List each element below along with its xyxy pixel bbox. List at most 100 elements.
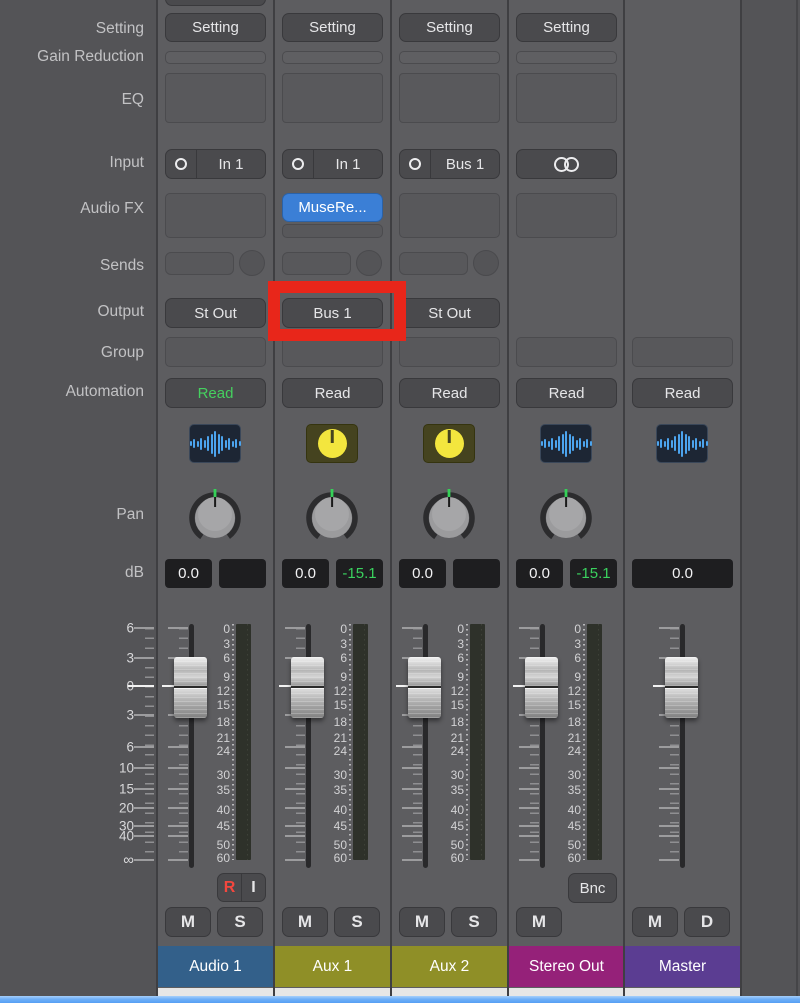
strip-separator bbox=[507, 0, 509, 1003]
channel-name[interactable]: Master bbox=[625, 946, 740, 987]
clipped-top-button[interactable] bbox=[165, 0, 266, 6]
audio-waveform-icon[interactable] bbox=[656, 424, 708, 463]
gain-reduction-meter bbox=[165, 51, 266, 64]
audio-fx-plugin-button[interactable]: MuseRe... bbox=[282, 193, 383, 222]
pan-knob[interactable] bbox=[189, 487, 241, 545]
automation-mode-button[interactable]: Read bbox=[516, 378, 617, 408]
input-format-segment[interactable] bbox=[400, 150, 431, 178]
mono-circle-icon bbox=[409, 158, 421, 170]
channel-name[interactable]: Audio 1 bbox=[158, 946, 273, 987]
stereo-input-button[interactable] bbox=[516, 149, 617, 179]
peak-level-value[interactable] bbox=[453, 559, 500, 588]
fader-section: 03691215182124303540455060 bbox=[158, 616, 273, 868]
send-slot[interactable] bbox=[282, 252, 351, 275]
fader-ticks bbox=[279, 616, 305, 868]
eq-display[interactable] bbox=[516, 73, 617, 123]
automation-mode-button[interactable]: Read bbox=[632, 378, 733, 408]
mute-button[interactable]: M bbox=[516, 907, 562, 937]
send-level-knob[interactable] bbox=[473, 250, 499, 276]
level-meter bbox=[587, 624, 602, 860]
pan-knob[interactable] bbox=[423, 487, 475, 545]
group-slot[interactable] bbox=[516, 337, 617, 367]
automation-mode-button[interactable]: Read bbox=[399, 378, 500, 408]
volume-db-value[interactable]: 0.0 bbox=[516, 559, 563, 588]
audio-waveform-icon[interactable] bbox=[189, 424, 241, 463]
channel-name[interactable]: Stereo Out bbox=[509, 946, 624, 987]
eq-display[interactable] bbox=[165, 73, 266, 123]
input-source-label[interactable]: In 1 bbox=[314, 156, 382, 173]
setting-button[interactable]: Setting bbox=[282, 13, 383, 42]
input-format-segment[interactable] bbox=[283, 150, 314, 178]
solo-button[interactable]: S bbox=[217, 907, 263, 937]
volume-db-value[interactable]: 0.0 bbox=[165, 559, 212, 588]
mono-circle-icon bbox=[292, 158, 304, 170]
group-slot[interactable] bbox=[282, 337, 383, 367]
peak-level-value[interactable]: -15.1 bbox=[570, 559, 617, 588]
peak-level-value[interactable] bbox=[219, 559, 266, 588]
window-edge-line bbox=[796, 0, 798, 1003]
send-level-knob[interactable] bbox=[356, 250, 382, 276]
send-slot[interactable] bbox=[399, 252, 468, 275]
input-monitor-button[interactable]: I bbox=[241, 874, 265, 901]
aux-knob-icon[interactable] bbox=[423, 424, 475, 463]
audio-fx-row-label: Audio FX bbox=[80, 200, 144, 218]
horizontal-scrollbar[interactable] bbox=[0, 996, 800, 1003]
audio-fx-empty-slot[interactable] bbox=[282, 224, 383, 238]
record-enable-button[interactable]: R bbox=[218, 874, 241, 901]
strip-separator bbox=[273, 0, 275, 1003]
audio-fx-slot[interactable] bbox=[399, 193, 500, 238]
automation-mode-button[interactable]: Read bbox=[165, 378, 266, 408]
peak-level-value[interactable]: -15.1 bbox=[336, 559, 383, 588]
stereo-circles-icon bbox=[564, 157, 579, 172]
aux-knob-icon[interactable] bbox=[306, 424, 358, 463]
mute-button[interactable]: M bbox=[399, 907, 445, 937]
input-button[interactable]: In 1 bbox=[165, 149, 266, 179]
volume-fader[interactable] bbox=[665, 657, 698, 718]
input-format-segment[interactable] bbox=[166, 150, 197, 178]
setting-button[interactable]: Setting bbox=[165, 13, 266, 42]
meter-scale-numbers: 03691215182124303540455060 bbox=[313, 616, 347, 868]
channel-strip-aux-2: Setting Bus 1 St Out Read 0.0 bbox=[392, 0, 507, 1003]
channel-name[interactable]: Aux 2 bbox=[392, 946, 507, 987]
pan-knob[interactable] bbox=[540, 487, 592, 545]
volume-db-value[interactable]: 0.0 bbox=[399, 559, 446, 588]
eq-row-label: EQ bbox=[122, 91, 144, 109]
input-button[interactable]: Bus 1 bbox=[399, 149, 500, 179]
dim-button[interactable]: D bbox=[684, 907, 730, 937]
automation-mode-button[interactable]: Read bbox=[282, 378, 383, 408]
pan-knob[interactable] bbox=[306, 487, 358, 545]
setting-button[interactable]: Setting bbox=[516, 13, 617, 42]
input-source-label[interactable]: Bus 1 bbox=[431, 156, 499, 173]
output-button[interactable]: St Out bbox=[399, 298, 500, 328]
mute-button[interactable]: M bbox=[165, 907, 211, 937]
setting-row-label: Setting bbox=[96, 20, 144, 38]
setting-button[interactable]: Setting bbox=[399, 13, 500, 42]
input-source-label[interactable]: In 1 bbox=[197, 156, 265, 173]
send-slot[interactable] bbox=[165, 252, 234, 275]
input-button[interactable]: In 1 bbox=[282, 149, 383, 179]
fader-scale-numbers: 630361015203040∞ bbox=[0, 616, 134, 868]
audio-waveform-icon[interactable] bbox=[540, 424, 592, 463]
group-slot[interactable] bbox=[399, 337, 500, 367]
output-highlight-box bbox=[268, 281, 406, 341]
fader-section bbox=[625, 616, 740, 868]
channel-name[interactable]: Aux 1 bbox=[275, 946, 390, 987]
output-button[interactable]: St Out bbox=[165, 298, 266, 328]
solo-button[interactable]: S bbox=[451, 907, 497, 937]
mute-button[interactable]: M bbox=[632, 907, 678, 937]
audio-fx-slot[interactable] bbox=[165, 193, 266, 238]
eq-display[interactable] bbox=[399, 73, 500, 123]
solo-button[interactable]: S bbox=[334, 907, 380, 937]
bounce-button[interactable]: Bnc bbox=[568, 873, 617, 903]
audio-fx-slot[interactable] bbox=[516, 193, 617, 238]
output-row-label: Output bbox=[97, 303, 144, 321]
volume-db-value[interactable]: 0.0 bbox=[632, 559, 733, 588]
volume-db-value[interactable]: 0.0 bbox=[282, 559, 329, 588]
gain-reduction-row-label: Gain Reduction bbox=[37, 48, 144, 66]
mute-button[interactable]: M bbox=[282, 907, 328, 937]
eq-display[interactable] bbox=[282, 73, 383, 123]
strip-separator bbox=[623, 0, 625, 1003]
send-level-knob[interactable] bbox=[239, 250, 265, 276]
group-slot[interactable] bbox=[632, 337, 733, 367]
group-slot[interactable] bbox=[165, 337, 266, 367]
